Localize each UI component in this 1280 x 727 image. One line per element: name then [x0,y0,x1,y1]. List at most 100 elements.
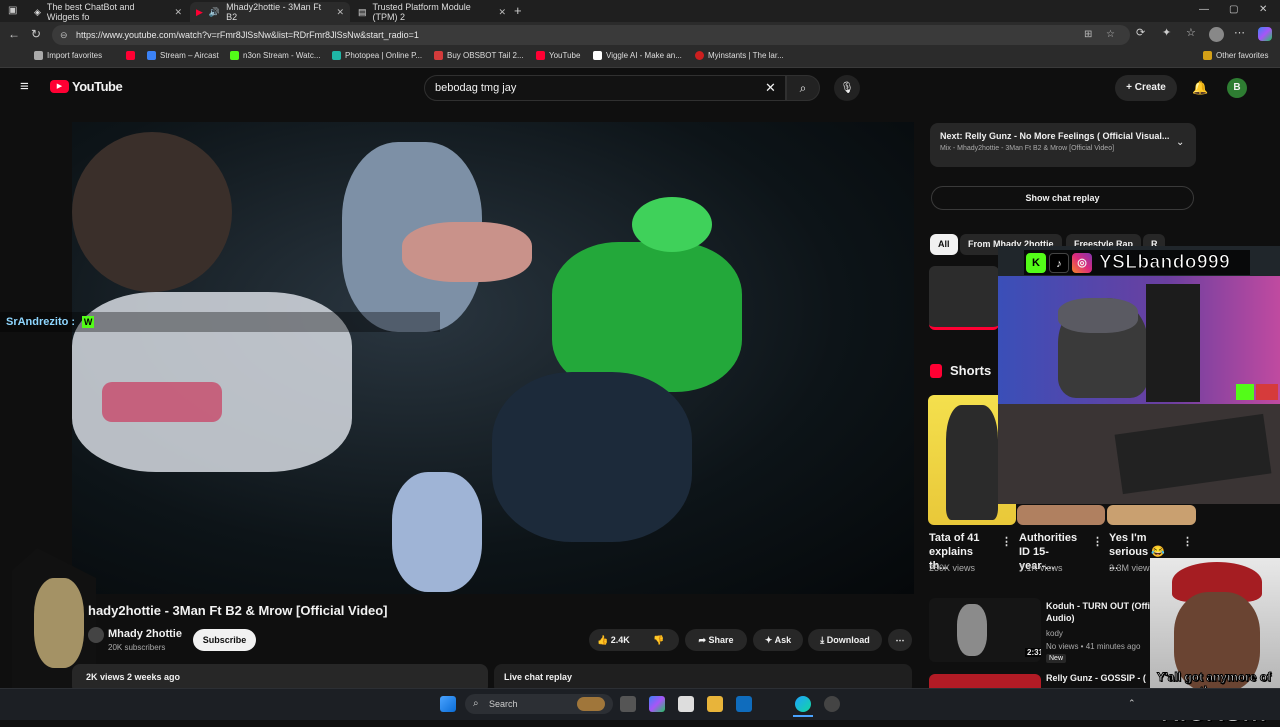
webcam-hat [1058,298,1138,333]
favorite-item[interactable]: Photopea | Online P... [332,51,422,60]
close-tab-icon[interactable]: ✕ [498,7,506,18]
rec-title[interactable]: Relly Gunz - GOSSIP - ( [1046,672,1146,684]
task-view-icon[interactable] [620,696,636,712]
photopea-icon [332,51,341,60]
ask-button[interactable]: ✦ Ask [753,629,803,651]
channel-avatar[interactable] [88,627,104,643]
puzzle-icon[interactable]: ✦ [1162,26,1171,39]
tab-label: The best ChatBot and Widgets fo [46,2,135,22]
create-button[interactable]: + Create [1115,75,1177,101]
rec-channel[interactable]: kody [1046,629,1063,638]
file-explorer-icon[interactable] [707,696,723,712]
kick-icon [230,51,239,60]
refresh-icon[interactable]: ↻ [31,27,41,41]
favorite-star-icon[interactable]: ☆ [1106,25,1115,45]
favorite-item[interactable]: Viggle AI - Make an... [593,51,682,60]
chevron-up-icon[interactable]: ⌃ [1128,698,1136,709]
tab-favicon-icon: ▤ [358,6,367,17]
close-window-icon[interactable]: ✕ [1259,4,1267,15]
more-vertical-icon[interactable]: ⋮ [1182,535,1193,548]
app-icon[interactable] [824,696,840,712]
duration-badge: 2:31 [1025,648,1041,657]
maximize-icon[interactable]: ▢ [1229,4,1238,15]
rec-title[interactable]: Koduh - TURN OUT (Offic [1046,600,1155,612]
short-thumbnail[interactable] [1107,505,1196,525]
mix-title: Mix - Mhady2hottie - 3Man Ft B2 & Mrow [… [940,145,1115,152]
favorite-item[interactable]: n3on Stream - Watc... [230,51,321,60]
browser-tab-1[interactable]: ◈ The best ChatBot and Widgets fo ✕ [28,2,188,22]
browser-tab-2[interactable]: ▶ 🔊 Mhady2hottie - 3Man Ft B2 ✕ [190,2,350,22]
video-scene [552,242,742,392]
other-favorites[interactable]: Other favorites [1203,51,1268,60]
show-chat-replay-button[interactable]: Show chat replay [931,186,1194,210]
favorite-item[interactable]: Buy OBSBOT Tail 2... [434,51,524,60]
tab-label: Mhady2hottie - 3Man Ft B2 [226,2,322,22]
youtube-favicon-icon [536,51,545,60]
video-player[interactable] [72,122,914,594]
account-avatar[interactable]: B [1227,78,1247,98]
short-thumbnail[interactable] [1017,505,1105,525]
rec-title-line2[interactable]: Audio) [1046,612,1075,624]
edge-icon[interactable] [795,696,811,712]
subscribe-button[interactable]: Subscribe [193,629,256,651]
favorites-icon[interactable]: ☆ [1186,26,1196,39]
outlook-icon[interactable] [736,696,752,712]
channel-name[interactable]: Mhady 2hottie [108,628,182,640]
windows-start-icon[interactable] [440,696,456,712]
more-menu-icon[interactable]: ⋯ [1234,26,1245,39]
hamburger-menu-icon[interactable]: ≡ [20,78,29,95]
chevron-down-icon[interactable]: ⌄ [1176,137,1184,148]
thumbnail-figure [957,604,987,656]
notifications-bell-icon[interactable]: 🔔 [1192,80,1208,96]
taskbar-search[interactable]: ⌕ Search [465,694,613,714]
logo-art-icon [34,578,84,668]
youtube-logo[interactable]: ▶ YouTube [50,79,123,94]
video-thumbnail[interactable] [929,674,1041,688]
download-button[interactable]: ⤓ Download [808,629,882,651]
extension-icon[interactable]: ⟳ [1136,26,1145,39]
close-tab-icon[interactable]: ✕ [174,7,182,18]
webcam-dog [1146,284,1200,402]
clear-search-icon[interactable]: ✕ [765,76,776,100]
favorite-item[interactable]: Import favorites [34,51,102,60]
instagram-icon: ◎ [1072,252,1092,273]
more-vertical-icon[interactable]: ⋮ [1092,535,1103,548]
dislike-button[interactable]: 👎 [653,629,664,651]
url-field[interactable]: ⊖ https://www.youtube.com/watch?v=rFmr8J… [52,25,1130,45]
more-vertical-icon[interactable]: ⋮ [1001,535,1012,548]
site-info-icon[interactable]: ⊖ [60,25,68,45]
search-button[interactable]: ⌕ [786,75,820,101]
profile-icon[interactable] [1209,27,1224,42]
voice-search-button[interactable]: 🎙 [834,75,860,101]
copilot-icon[interactable] [649,696,665,712]
webcam-overlay [998,246,1280,504]
myinstants-icon [695,51,704,60]
tab-actions-icon[interactable]: ▣ [8,5,17,16]
share-button[interactable]: ➦ Share [685,629,747,651]
favorite-item[interactable]: Myinstants | The lar... [695,51,784,60]
short-views: 3.3M views [1109,563,1155,573]
reader-icon[interactable]: ⊞ [1084,25,1092,45]
webcam-desk [998,404,1280,504]
store-icon[interactable] [678,696,694,712]
search-input[interactable]: bebodag tmg jay ✕ [424,75,786,101]
video-thumbnail[interactable]: 2:31 [929,598,1041,662]
new-tab-button[interactable]: + [514,3,522,18]
audio-icon[interactable]: 🔊 [209,7,220,18]
favorite-item[interactable] [126,51,135,60]
more-actions-button[interactable]: ⋯ [888,629,912,651]
favorite-item[interactable]: Stream – Aircast [147,51,219,60]
close-tab-icon[interactable]: ✕ [336,7,344,18]
minimize-icon[interactable]: — [1199,4,1209,15]
chip-all[interactable]: All [930,234,958,255]
sparkle-icon: ✦ [764,635,775,645]
next-up-card[interactable]: Next: Relly Gunz - No More Feelings ( Of… [930,123,1196,167]
microphone-icon: 🎙 [840,82,854,94]
tiktok-icon: ♪ [1049,252,1069,273]
playlist-thumbnail[interactable] [929,266,999,330]
browser-tab-3[interactable]: ▤ Trusted Platform Module (TPM) 2 ✕ [352,2,512,22]
favorite-item[interactable]: YouTube [536,51,580,60]
back-icon[interactable]: ← [8,27,20,41]
like-button[interactable]: 👍 2.4K [597,635,630,645]
copilot-icon[interactable] [1258,27,1272,41]
